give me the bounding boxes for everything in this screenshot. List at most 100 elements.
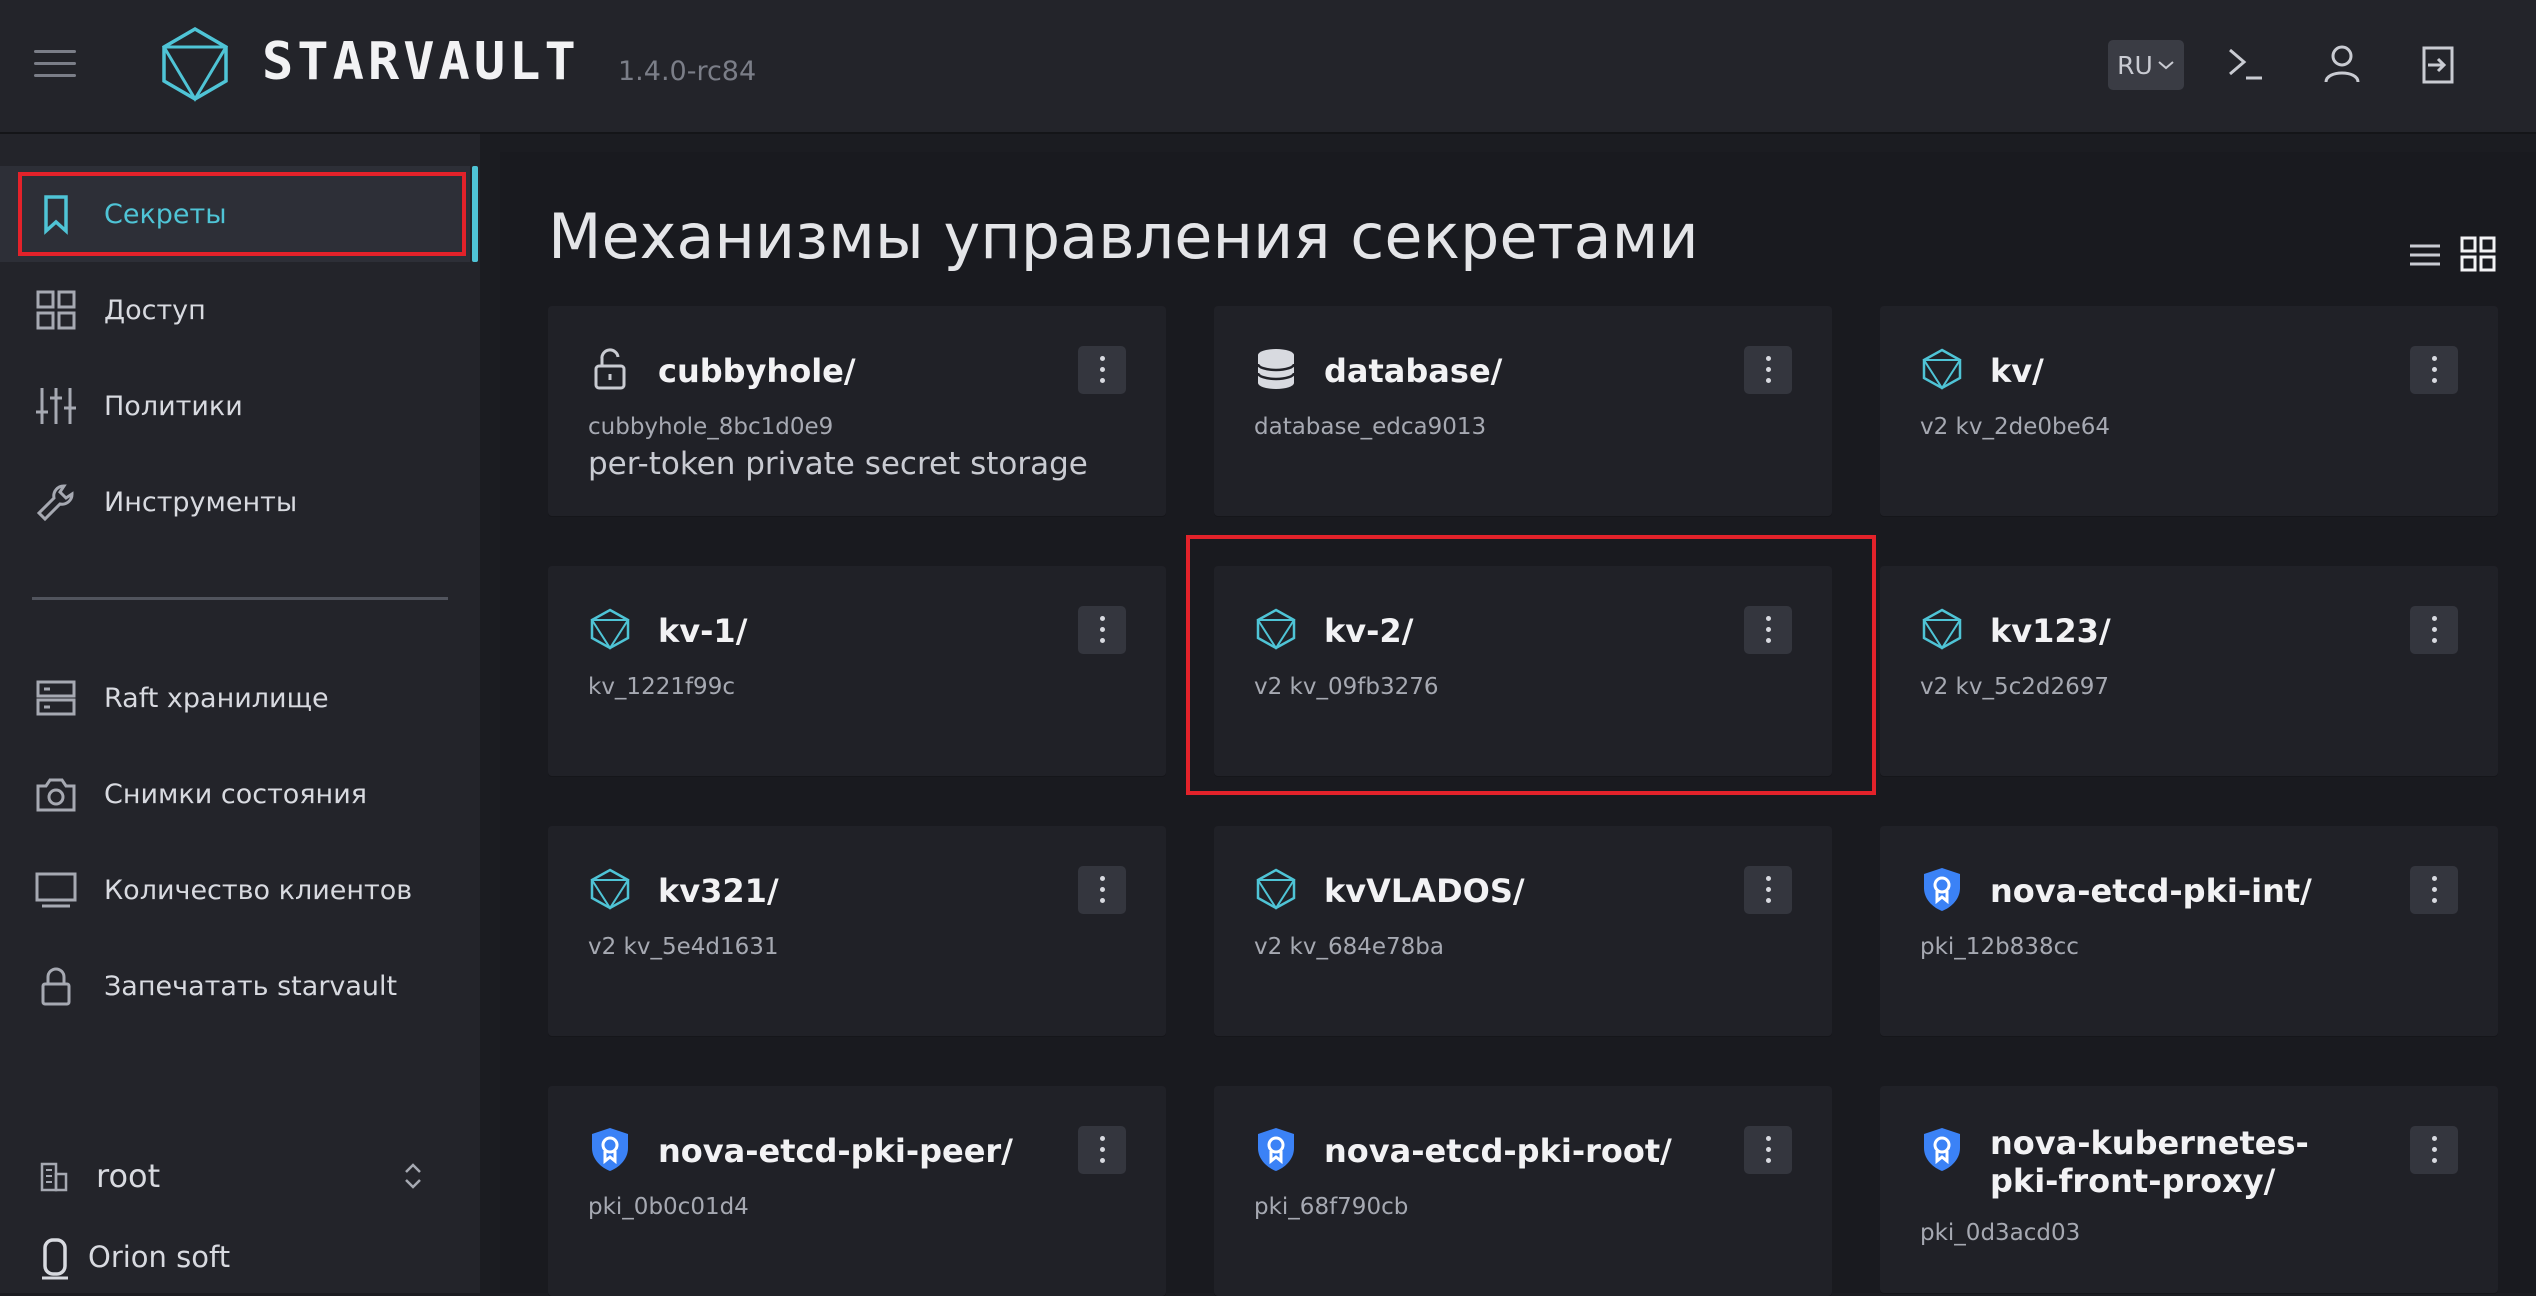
kv-icon bbox=[590, 868, 630, 910]
card-menu-button[interactable] bbox=[2410, 346, 2458, 394]
card-subtitle: v2 kv_5c2d2697 bbox=[1920, 674, 2110, 700]
card-title: kv123/ bbox=[1990, 612, 2111, 650]
secret-engine-card[interactable]: database/ database_edca9013 bbox=[1214, 306, 1832, 516]
card-subtitle: pki_0d3acd03 bbox=[1920, 1220, 2081, 1246]
sidebar-item-access[interactable]: Доступ bbox=[0, 262, 470, 358]
card-menu-button[interactable] bbox=[1078, 1126, 1126, 1174]
sidebar-item-label: Снимки состояния bbox=[104, 778, 367, 810]
card-title: nova-etcd-pki-root/ bbox=[1324, 1132, 1672, 1170]
card-title: nova-kubernetes-pki-front-proxy/ bbox=[1990, 1124, 2309, 1200]
card-subtitle: v2 kv_09fb3276 bbox=[1254, 674, 1439, 700]
app-logo-text: STARVAULT bbox=[262, 32, 580, 92]
menu-toggle-icon[interactable] bbox=[34, 50, 76, 80]
sidebar-item-label: Секреты bbox=[104, 198, 227, 230]
user-icon[interactable] bbox=[2318, 40, 2366, 90]
namespace-selector[interactable]: root bbox=[38, 1150, 438, 1202]
secret-engine-card[interactable]: kv/ v2 kv_2de0be64 bbox=[1880, 306, 2498, 516]
card-menu-button[interactable] bbox=[2410, 866, 2458, 914]
bookmark-icon bbox=[44, 195, 68, 235]
card-title: kv-1/ bbox=[658, 612, 748, 650]
sidebar-item-label: Политики bbox=[104, 390, 243, 422]
card-title: kv321/ bbox=[658, 872, 779, 910]
card-menu-button[interactable] bbox=[2410, 1126, 2458, 1174]
app-version: 1.4.0-rc84 bbox=[618, 56, 757, 87]
kv-icon bbox=[1922, 348, 1962, 390]
building-icon bbox=[40, 1162, 68, 1192]
sidebar-item-tools[interactable]: Инструменты bbox=[0, 454, 470, 550]
sidebar-item-label: Запечатать starvault bbox=[104, 970, 398, 1002]
page-title: Механизмы управления секретами bbox=[548, 200, 1699, 273]
secret-engine-card[interactable]: kv321/ v2 kv_5e4d1631 bbox=[548, 826, 1166, 1036]
secret-engine-card[interactable]: nova-kubernetes-pki-front-proxy/ pki_0d3… bbox=[1880, 1086, 2498, 1293]
card-menu-button[interactable] bbox=[1744, 866, 1792, 914]
card-subtitle: cubbyhole_8bc1d0e9 bbox=[588, 414, 834, 440]
organization-name: Orion soft bbox=[88, 1240, 231, 1274]
card-description: per-token private secret storage bbox=[588, 446, 1088, 482]
card-title: kv-2/ bbox=[1324, 612, 1414, 650]
card-menu-button[interactable] bbox=[1078, 866, 1126, 914]
sidebar-item-snapshots[interactable]: Снимки состояния bbox=[0, 746, 470, 842]
database-icon bbox=[1256, 349, 1296, 389]
organization-logo-icon bbox=[42, 1238, 68, 1280]
sidebar-item-label: Количество клиентов bbox=[104, 874, 413, 906]
secret-engine-card[interactable]: kv123/ v2 kv_5c2d2697 bbox=[1880, 566, 2498, 776]
certificate-shield-icon bbox=[592, 1128, 628, 1171]
card-title: cubbyhole/ bbox=[658, 352, 856, 390]
sidebar-item-label: Raft хранилище bbox=[104, 682, 329, 714]
card-menu-button[interactable] bbox=[1744, 606, 1792, 654]
secret-engine-card[interactable]: kvVLADOS/ v2 kv_684e78ba bbox=[1214, 826, 1832, 1036]
kv-icon bbox=[1256, 868, 1296, 910]
card-menu-button[interactable] bbox=[1744, 346, 1792, 394]
sidebar-divider bbox=[32, 597, 448, 600]
sidebar-item-raft-storage[interactable]: Raft хранилище bbox=[0, 650, 470, 746]
secret-engine-card[interactable]: kv-1/ kv_1221f99c bbox=[548, 566, 1166, 776]
card-subtitle: kv_1221f99c bbox=[588, 674, 735, 700]
card-subtitle: v2 kv_2de0be64 bbox=[1920, 414, 2111, 440]
grid-icon bbox=[36, 290, 76, 330]
sidebar-item-client-count[interactable]: Количество клиентов bbox=[0, 842, 470, 938]
top-bar: STARVAULT 1.4.0-rc84 RU bbox=[0, 0, 2536, 134]
card-menu-button[interactable] bbox=[1744, 1126, 1792, 1174]
sidebar-scrollbar[interactable] bbox=[472, 166, 478, 262]
list-view-icon[interactable] bbox=[2408, 240, 2442, 270]
card-menu-button[interactable] bbox=[2410, 606, 2458, 654]
chevron-updown-icon bbox=[405, 1163, 421, 1189]
sidebar-item-seal[interactable]: Запечатать starvault bbox=[0, 938, 470, 1034]
sidebar-item-label: Доступ bbox=[104, 294, 206, 326]
server-icon bbox=[36, 680, 76, 716]
namespace-label: root bbox=[96, 1157, 161, 1195]
sidebar-item-policies[interactable]: Политики bbox=[0, 358, 470, 454]
secret-engine-card[interactable]: nova-etcd-pki-int/ pki_12b838cc bbox=[1880, 826, 2498, 1036]
sidebar-item-label: Инструменты bbox=[104, 486, 298, 518]
card-menu-button[interactable] bbox=[1078, 606, 1126, 654]
card-title: kvVLADOS/ bbox=[1324, 872, 1525, 910]
starvault-logo-icon bbox=[161, 26, 229, 102]
unlock-icon bbox=[594, 348, 626, 390]
logout-icon[interactable] bbox=[2414, 40, 2462, 90]
kv-icon bbox=[1256, 608, 1296, 650]
chevron-down-icon bbox=[2158, 61, 2174, 70]
terminal-icon[interactable] bbox=[2222, 40, 2270, 90]
card-subtitle: pki_12b838cc bbox=[1920, 934, 2079, 960]
organization-info: Orion soft bbox=[38, 1236, 438, 1286]
card-subtitle: database_edca9013 bbox=[1254, 414, 1487, 440]
language-label: RU bbox=[2117, 50, 2153, 80]
grid-view-icon[interactable] bbox=[2460, 236, 2496, 272]
card-subtitle: v2 kv_684e78ba bbox=[1254, 934, 1444, 960]
card-title: nova-etcd-pki-peer/ bbox=[658, 1132, 1013, 1170]
monitor-icon bbox=[35, 872, 77, 908]
card-subtitle: pki_0b0c01d4 bbox=[588, 1194, 749, 1220]
camera-icon bbox=[36, 778, 76, 812]
language-selector[interactable]: RU bbox=[2108, 40, 2184, 90]
kv-icon bbox=[590, 608, 630, 650]
sliders-icon bbox=[36, 388, 76, 424]
secret-engine-card[interactable]: cubbyhole/ cubbyhole_8bc1d0e9 per-token … bbox=[548, 306, 1166, 516]
secret-engine-card[interactable]: kv-2/ v2 kv_09fb3276 bbox=[1214, 566, 1832, 776]
secret-engine-card[interactable]: nova-etcd-pki-peer/ pki_0b0c01d4 bbox=[548, 1086, 1166, 1296]
secret-engine-card[interactable]: nova-etcd-pki-root/ pki_68f790cb bbox=[1214, 1086, 1832, 1296]
card-title: database/ bbox=[1324, 352, 1503, 390]
card-menu-button[interactable] bbox=[1078, 346, 1126, 394]
certificate-shield-icon bbox=[1924, 1128, 1960, 1171]
card-title: kv/ bbox=[1990, 352, 2044, 390]
sidebar-item-secrets[interactable]: Секреты bbox=[0, 166, 470, 262]
